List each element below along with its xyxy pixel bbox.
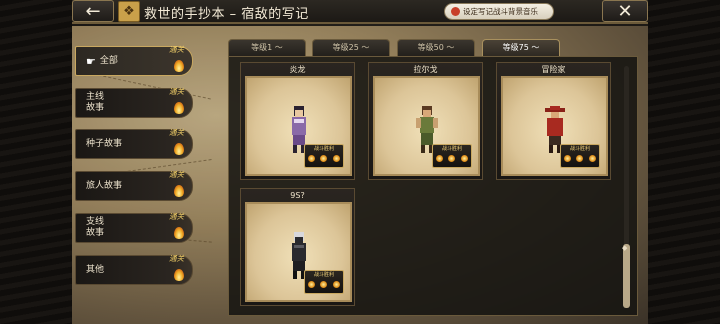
rival-name: 9S? (290, 191, 305, 200)
menu-item-main-story[interactable]: 主线 故事 通关 (75, 87, 193, 118)
victory-stamp: 战斗胜利 (304, 270, 344, 294)
tab-level-25[interactable]: 等级25 ～ (312, 39, 390, 56)
flame-icon (307, 281, 315, 288)
menu-item-label: 全部 (99, 55, 118, 66)
tab-level-50[interactable]: 等级50 ～ (397, 39, 475, 56)
flame-icon (576, 155, 584, 162)
menu-item-label: 其他 (86, 264, 105, 275)
menu-item-label: 旅人故事 (86, 180, 123, 191)
music-note-icon (451, 7, 460, 16)
menu-item-side-story[interactable]: 支线 故事 通关 (75, 212, 193, 243)
scroll-up-icon: ◆ (622, 244, 628, 252)
close-icon: ✕ (617, 0, 633, 22)
page-title: 救世的手抄本 – 宿敌的写记 (144, 7, 309, 22)
tab-level-1[interactable]: 等级1 ～ (228, 39, 306, 56)
victory-stamp: 战斗胜利 (560, 144, 600, 168)
flame-icon (461, 155, 469, 162)
left-border-texture (0, 0, 72, 324)
menu-item-other[interactable]: 其他 通关 (75, 254, 193, 285)
flame-icon (563, 155, 571, 162)
rival-card[interactable]: 炎龙 战斗胜利 (240, 62, 355, 180)
flame-icon (333, 155, 341, 162)
victory-stamp-label: 战斗胜利 (441, 146, 462, 152)
rival-portrait: 战斗胜利 (501, 76, 608, 176)
flame-icon (174, 269, 184, 281)
cleared-badge: 通关 (169, 128, 184, 137)
flame-icon (174, 102, 184, 114)
flame-icon (448, 155, 456, 162)
flame-icon (435, 155, 443, 162)
flame-icon (174, 185, 184, 197)
tab-level-75[interactable]: 等级75 ～ (482, 39, 560, 56)
rival-card[interactable]: 拉尔戈 战斗胜利 (368, 62, 483, 180)
rival-card[interactable]: 9S? 战斗胜利 (240, 188, 355, 306)
flame-icon (174, 227, 184, 239)
book-icon: ❖ (118, 1, 140, 22)
rival-portrait: 战斗胜利 (245, 202, 352, 302)
arrow-left-icon: ← (85, 0, 101, 22)
menu-item-label: 支线 故事 (86, 217, 105, 238)
rival-portrait: 战斗胜利 (373, 76, 480, 176)
menu-item-label: 种子故事 (86, 138, 123, 149)
cleared-badge: 通关 (169, 170, 184, 179)
victory-stamp-label: 战斗胜利 (569, 146, 590, 152)
rival-name: 冒险家 (541, 65, 566, 74)
scrollbar-thumb[interactable] (623, 244, 630, 308)
close-button[interactable]: ✕ (602, 0, 648, 22)
flame-icon (174, 143, 184, 155)
flame-icon (174, 60, 184, 72)
flame-icon (589, 155, 597, 162)
victory-stamp-label: 战斗胜利 (313, 146, 334, 152)
right-border-texture (648, 0, 720, 324)
cleared-badge: 通关 (169, 45, 184, 54)
rival-name: 炎龙 (289, 65, 306, 74)
set-battle-music-label: 设定写记战斗背景音乐 (463, 7, 538, 16)
rival-portrait: 战斗胜利 (245, 76, 352, 176)
victory-stamp: 战斗胜利 (304, 144, 344, 168)
rival-name: 拉尔戈 (413, 65, 438, 74)
menu-item-traveler-story[interactable]: 旅人故事 通关 (75, 170, 193, 201)
rival-card[interactable]: 冒险家 战斗胜利 (496, 62, 611, 180)
flame-icon (320, 281, 328, 288)
flame-icon (307, 155, 315, 162)
menu-item-seed-story[interactable]: 种子故事 通关 (75, 128, 193, 159)
menu-item-label: 主线 故事 (86, 92, 105, 113)
cleared-badge: 通关 (169, 254, 184, 263)
flame-icon (320, 155, 328, 162)
flame-icon (333, 281, 341, 288)
back-button[interactable]: ← (72, 0, 114, 22)
pointing-hand-icon: ☛ (86, 54, 96, 68)
cleared-badge: 通关 (169, 87, 184, 96)
victory-stamp: 战斗胜利 (432, 144, 472, 168)
victory-stamp-label: 战斗胜利 (313, 272, 334, 278)
set-battle-music-button[interactable]: 设定写记战斗背景音乐 (444, 3, 554, 20)
cleared-badge: 通关 (169, 212, 184, 221)
menu-item-all[interactable]: ☛ 全部 通关 (75, 45, 193, 76)
